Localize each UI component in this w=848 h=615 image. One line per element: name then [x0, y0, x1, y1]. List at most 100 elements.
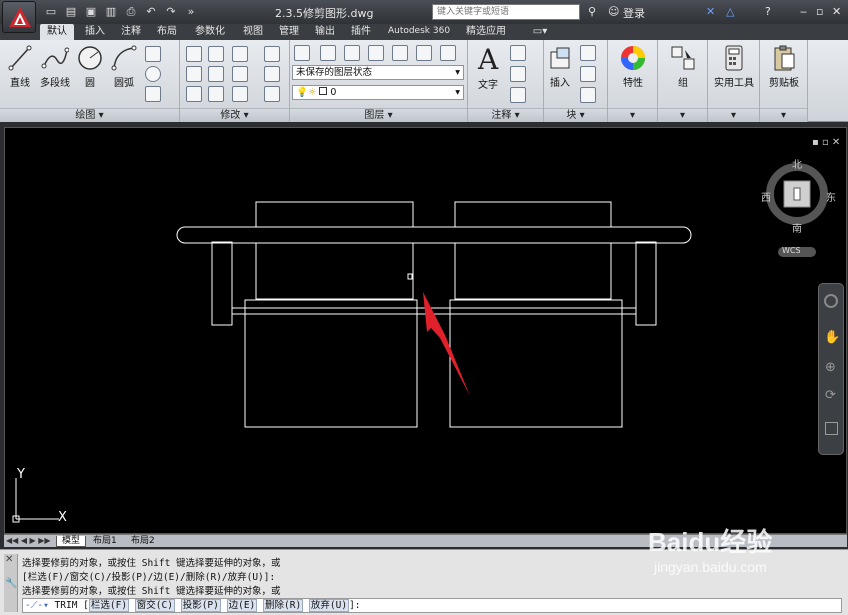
array-icon[interactable]: [232, 86, 248, 102]
viewcube[interactable]: 北 南 东 西 WCS: [759, 150, 839, 263]
layer-lock-icon[interactable]: [416, 45, 432, 61]
modify-panel-label[interactable]: 修改 ▾: [180, 108, 289, 122]
right-armrest[interactable]: [635, 241, 657, 326]
tab-insert[interactable]: 插入: [78, 24, 112, 40]
right-backrest[interactable]: [454, 201, 612, 300]
tab-featured-apps[interactable]: 精选应用: [458, 24, 514, 40]
groups-expand[interactable]: ▾: [658, 108, 707, 122]
annotation-panel-label[interactable]: 注释 ▾: [468, 108, 543, 122]
utilities-expand[interactable]: ▾: [708, 108, 759, 122]
stretch-icon[interactable]: [186, 86, 202, 102]
clipboard-expand[interactable]: ▾: [760, 108, 807, 122]
command-window-grip[interactable]: ✕ 🔧: [4, 554, 18, 612]
offset-icon[interactable]: [264, 86, 280, 102]
orbit-icon[interactable]: ⟳: [825, 388, 836, 403]
rotate-icon[interactable]: [208, 46, 224, 62]
polyline-button[interactable]: 多段线: [38, 44, 72, 89]
utilities-button[interactable]: 实用工具: [710, 44, 758, 89]
left-backrest[interactable]: [255, 201, 414, 300]
tab-model[interactable]: 模型: [56, 536, 87, 547]
user-icon[interactable]: ☺: [608, 5, 619, 18]
compass-west[interactable]: 西: [761, 189, 771, 204]
line-button[interactable]: 直线: [6, 44, 34, 89]
maximize-icon[interactable]: ▫: [816, 5, 823, 18]
tab-layout2[interactable]: 布局2: [126, 536, 160, 547]
help-icon[interactable]: ?: [765, 5, 771, 18]
minimize-icon[interactable]: ‒: [800, 5, 807, 18]
layer-isolate-icon[interactable]: [344, 45, 360, 61]
ellipse-icon[interactable]: [145, 66, 161, 82]
workspace-menu-icon[interactable]: »: [184, 5, 198, 19]
layers-panel-label[interactable]: 图层 ▾: [290, 108, 467, 122]
arc-button[interactable]: 圆弧: [110, 44, 138, 89]
trim-icon[interactable]: [232, 46, 248, 62]
table-icon[interactable]: [510, 87, 526, 103]
compass-north[interactable]: 北: [792, 156, 802, 171]
open-icon[interactable]: ▤: [64, 5, 78, 19]
wcs-menu[interactable]: WCS: [782, 246, 801, 255]
leader-icon[interactable]: [510, 66, 526, 82]
pan-icon[interactable]: ✋: [824, 330, 840, 345]
circle-button[interactable]: 圆: [76, 44, 104, 89]
save-as-icon[interactable]: ▥: [104, 5, 118, 19]
option-crossing[interactable]: 窗交(C): [134, 599, 175, 612]
option-project[interactable]: 投影(P): [180, 599, 221, 612]
login-button[interactable]: 登录: [623, 5, 645, 21]
layer-off-icon[interactable]: [392, 45, 408, 61]
tab-autodesk-360[interactable]: Autodesk 360: [380, 24, 458, 40]
close-icon[interactable]: ✕: [832, 5, 841, 18]
tab-annotate[interactable]: 注释: [114, 24, 148, 40]
redo-icon[interactable]: ↷: [164, 5, 178, 19]
left-armrest[interactable]: [211, 241, 233, 326]
tab-layout[interactable]: 布局: [150, 24, 184, 40]
layer-match-icon[interactable]: [440, 45, 456, 61]
scale-icon[interactable]: [208, 86, 224, 102]
option-fence[interactable]: 栏选(F): [88, 599, 130, 612]
search-input[interactable]: [432, 4, 580, 20]
hatch-icon[interactable]: [145, 86, 161, 102]
print-icon[interactable]: ⎙: [124, 5, 138, 19]
viewport-controls[interactable]: ▪ ▫ ✕: [812, 137, 840, 148]
move-icon[interactable]: [186, 46, 202, 62]
clipboard-button[interactable]: 剪贴板: [762, 44, 806, 89]
erase-icon[interactable]: [264, 46, 280, 62]
ribbon-options-icon[interactable]: ▭▾: [528, 24, 552, 40]
option-edge[interactable]: 边(E): [226, 599, 258, 612]
text-button[interactable]: A 文字: [472, 44, 504, 91]
tab-scroll-icons[interactable]: ◀◀ ◀ ▶ ▶▶: [6, 536, 51, 545]
left-seat-cushion[interactable]: [244, 299, 418, 428]
edit-attributes-icon[interactable]: [580, 87, 596, 103]
layer-properties-icon[interactable]: [294, 45, 310, 61]
fillet-icon[interactable]: [232, 66, 248, 82]
exchange-icon[interactable]: ✕: [706, 5, 715, 18]
drawing-canvas[interactable]: X Y ▪ ▫ ✕: [4, 127, 847, 534]
compass-south[interactable]: 南: [792, 220, 802, 235]
application-menu-button[interactable]: [2, 1, 36, 33]
mirror-icon[interactable]: [208, 66, 224, 82]
tab-output[interactable]: 输出: [308, 24, 342, 40]
right-seat-cushion[interactable]: [449, 299, 623, 428]
compass-east[interactable]: 东: [826, 189, 836, 204]
block-panel-label[interactable]: 块 ▾: [544, 108, 607, 122]
undo-icon[interactable]: ↶: [144, 5, 158, 19]
properties-button[interactable]: 特性: [616, 44, 650, 89]
command-input[interactable]: -⟋-▾ TRIM [栏选(F) 窗交(C) 投影(P) 边(E) 删除(R) …: [22, 598, 842, 613]
save-icon[interactable]: ▣: [84, 5, 98, 19]
zoom-icon[interactable]: ⊕: [825, 360, 836, 375]
option-erase[interactable]: 删除(R): [263, 599, 304, 612]
dimension-icon[interactable]: [510, 45, 526, 61]
groups-button[interactable]: 组: [666, 44, 700, 89]
tab-parametric[interactable]: 参数化: [188, 24, 232, 40]
new-icon[interactable]: ▭: [44, 5, 58, 19]
option-undo[interactable]: 放弃(U): [308, 599, 350, 612]
layer-state-dropdown[interactable]: 未保存的图层状态 ▾: [292, 65, 464, 80]
create-block-icon[interactable]: [580, 45, 596, 61]
sofa-back-rail[interactable]: [176, 226, 692, 244]
tab-layout1[interactable]: 布局1: [88, 536, 122, 547]
tab-plugins[interactable]: 插件: [344, 24, 378, 40]
tab-manage[interactable]: 管理: [272, 24, 306, 40]
showmotion-icon[interactable]: [825, 422, 838, 435]
draw-panel-label[interactable]: 绘图 ▾: [0, 108, 179, 122]
layer-freeze-icon[interactable]: [368, 45, 384, 61]
rectangle-icon[interactable]: [145, 46, 161, 62]
